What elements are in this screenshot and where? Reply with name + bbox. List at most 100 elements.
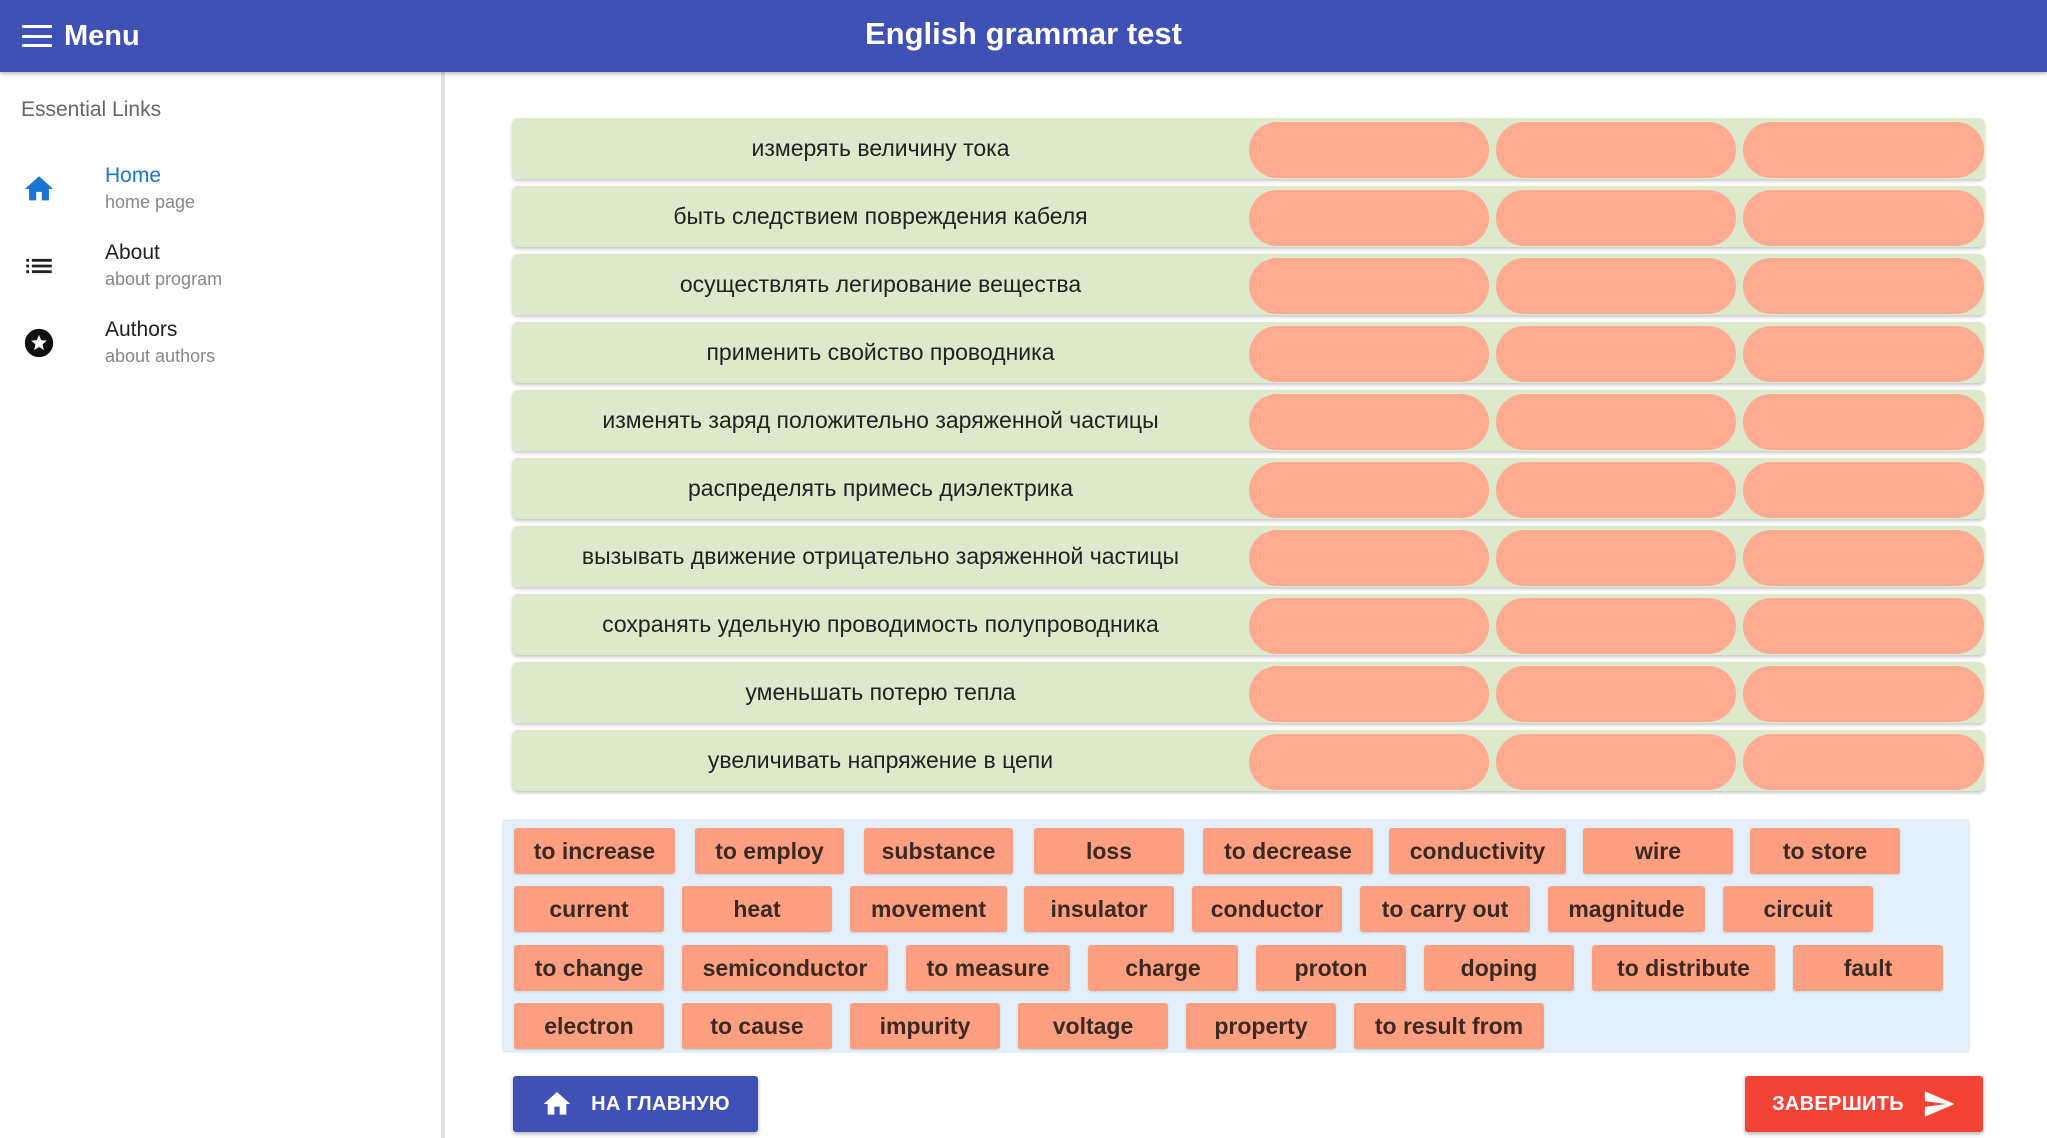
- nav-item-authors[interactable]: Authors about authors: [0, 306, 441, 380]
- task-row: уменьшать потерю тепла: [512, 662, 1985, 723]
- word-chip[interactable]: to measure: [906, 945, 1070, 991]
- word-chip[interactable]: to distribute: [1592, 945, 1775, 991]
- task-phrase: сохранять удельную проводимость полупров…: [602, 611, 1159, 637]
- answer-slot[interactable]: [1496, 258, 1736, 314]
- word-chip[interactable]: substance: [864, 828, 1013, 874]
- list-icon: [26, 258, 52, 274]
- task-phrase: уменьшать потерю тепла: [745, 679, 1016, 705]
- word-chip[interactable]: semiconductor: [682, 945, 888, 991]
- task-phrase: применить свойство проводника: [706, 339, 1055, 365]
- answer-slot[interactable]: [1249, 734, 1489, 790]
- task-phrase: изменять заряд положительно заряженной ч…: [602, 407, 1159, 433]
- task-row: вызывать движение отрицательно заряженно…: [512, 526, 1985, 587]
- answer-slot[interactable]: [1249, 462, 1489, 518]
- nav-item-title: Home: [105, 164, 162, 187]
- answer-slot[interactable]: [1496, 462, 1736, 518]
- answer-slot[interactable]: [1743, 258, 1984, 314]
- task-row: увеличивать напряжение в цепи: [512, 730, 1985, 791]
- word-chip[interactable]: movement: [850, 886, 1007, 932]
- task-row: измерять величину тока: [512, 118, 1985, 179]
- word-bank: to increase to employ substance loss to …: [502, 819, 1970, 1053]
- side-drawer: Essential Links Home home page About abo…: [0, 72, 445, 1138]
- answer-slot[interactable]: [1249, 394, 1489, 450]
- task-row: распределять примесь диэлектрика: [512, 458, 1985, 519]
- answer-slot[interactable]: [1496, 734, 1736, 790]
- answer-slot[interactable]: [1249, 666, 1489, 722]
- nav-item-title: Authors: [105, 318, 178, 341]
- home-icon: [543, 1092, 571, 1115]
- answer-slot[interactable]: [1743, 394, 1984, 450]
- answer-slot[interactable]: [1743, 190, 1984, 246]
- app-header: Menu English grammar test: [0, 0, 2047, 72]
- task-phrase: распределять примесь диэлектрика: [688, 475, 1073, 501]
- answer-slot[interactable]: [1496, 394, 1736, 450]
- word-chip[interactable]: to employ: [695, 828, 844, 874]
- answer-slot[interactable]: [1743, 598, 1984, 654]
- nav-item-about[interactable]: About about program: [0, 229, 441, 303]
- word-chip[interactable]: circuit: [1723, 886, 1873, 932]
- answer-slot[interactable]: [1496, 122, 1736, 178]
- answer-slot[interactable]: [1743, 666, 1984, 722]
- page-title: English grammar test: [865, 16, 1182, 51]
- word-chip[interactable]: wire: [1583, 828, 1733, 874]
- answer-slot[interactable]: [1249, 122, 1489, 178]
- answer-slot[interactable]: [1249, 598, 1489, 654]
- word-chip[interactable]: conductor: [1192, 886, 1342, 932]
- task-row: сохранять удельную проводимость полупров…: [512, 594, 1985, 655]
- word-chip[interactable]: to cause: [682, 1003, 832, 1049]
- word-chip[interactable]: voltage: [1018, 1003, 1168, 1049]
- task-phrase: увеличивать напряжение в цепи: [707, 747, 1054, 773]
- answer-slot[interactable]: [1743, 326, 1984, 382]
- drawer-heading: Essential Links: [21, 98, 162, 121]
- word-chip[interactable]: to store: [1750, 828, 1900, 874]
- answer-slot[interactable]: [1496, 190, 1736, 246]
- finish-button[interactable]: ЗАВЕРШИТЬ: [1745, 1076, 1983, 1132]
- finish-button-label: ЗАВЕРШИТЬ: [1772, 1092, 1904, 1115]
- nav-item-subtitle: home page: [105, 192, 196, 212]
- answer-slot[interactable]: [1496, 326, 1736, 382]
- word-chip[interactable]: current: [514, 886, 664, 932]
- task-phrase: измерять величину тока: [751, 135, 1010, 161]
- word-chip[interactable]: property: [1186, 1003, 1336, 1049]
- word-chip[interactable]: to increase: [514, 828, 675, 874]
- word-chip[interactable]: electron: [514, 1003, 664, 1049]
- word-chip[interactable]: fault: [1793, 945, 1943, 991]
- word-chip[interactable]: proton: [1256, 945, 1406, 991]
- answer-slot[interactable]: [1743, 734, 1984, 790]
- star-icon: [24, 328, 54, 358]
- home-button[interactable]: НА ГЛАВНУЮ: [513, 1076, 758, 1132]
- answer-slot[interactable]: [1743, 122, 1984, 178]
- answer-slot[interactable]: [1249, 326, 1489, 382]
- word-chip[interactable]: to carry out: [1360, 886, 1530, 932]
- word-chip[interactable]: to decrease: [1203, 828, 1373, 874]
- word-chip[interactable]: impurity: [850, 1003, 1000, 1049]
- answer-slot[interactable]: [1496, 666, 1736, 722]
- answer-slot[interactable]: [1496, 598, 1736, 654]
- answer-slot[interactable]: [1249, 258, 1489, 314]
- task-row: быть следствием повреждения кабеля: [512, 186, 1985, 247]
- home-button-label: НА ГЛАВНУЮ: [591, 1092, 730, 1115]
- nav-item-home[interactable]: Home home page: [0, 152, 441, 226]
- answer-slot[interactable]: [1496, 530, 1736, 586]
- task-phrase: осуществлять легирование вещества: [679, 271, 1082, 297]
- nav-item-subtitle: about program: [105, 269, 223, 289]
- word-chip[interactable]: magnitude: [1548, 886, 1705, 932]
- word-chip[interactable]: to result from: [1354, 1003, 1544, 1049]
- word-chip[interactable]: doping: [1424, 945, 1574, 991]
- task-row: изменять заряд положительно заряженной ч…: [512, 390, 1985, 451]
- word-chip[interactable]: loss: [1034, 828, 1184, 874]
- word-chip[interactable]: heat: [682, 886, 832, 932]
- task-table: измерять величину тока быть следствием п…: [512, 118, 1985, 798]
- answer-slot[interactable]: [1249, 530, 1489, 586]
- task-row: осуществлять легирование вещества: [512, 254, 1985, 315]
- word-chip[interactable]: insulator: [1024, 886, 1174, 932]
- answer-slot[interactable]: [1249, 190, 1489, 246]
- word-chip[interactable]: charge: [1088, 945, 1238, 991]
- nav-item-title: About: [105, 241, 160, 264]
- answer-slot[interactable]: [1743, 462, 1984, 518]
- word-chip[interactable]: to change: [514, 945, 664, 991]
- task-phrase: вызывать движение отрицательно заряженно…: [581, 543, 1180, 569]
- task-row: применить свойство проводника: [512, 322, 1985, 383]
- answer-slot[interactable]: [1743, 530, 1984, 586]
- word-chip[interactable]: conductivity: [1389, 828, 1566, 874]
